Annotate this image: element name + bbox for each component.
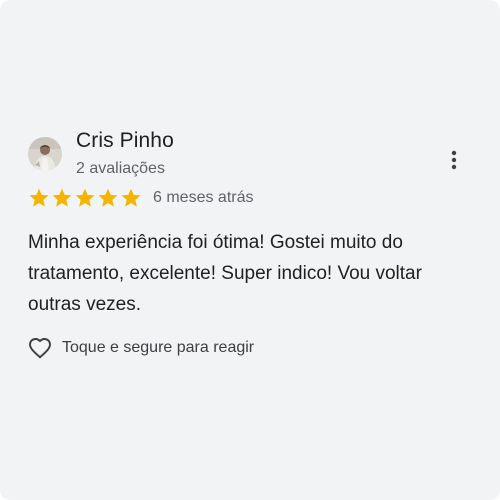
reviewer-review-count[interactable]: 2 avaliações: [76, 160, 165, 178]
heart-outline-icon: [28, 337, 52, 359]
review-card: Cris Pinho 2 avaliações 6 meses atrás Mi…: [0, 0, 500, 500]
star-icon: [74, 187, 96, 209]
review-date: 6 meses atrás: [153, 189, 254, 206]
reviewer-name[interactable]: Cris Pinho: [76, 129, 174, 153]
rating-row: 6 meses atrás: [28, 187, 253, 209]
more-vertical-icon: [451, 150, 457, 170]
star-icon: [51, 187, 73, 209]
star-icon: [28, 187, 50, 209]
star-icon: [120, 187, 142, 209]
avatar[interactable]: [28, 137, 62, 171]
react-button[interactable]: Toque e segure para reagir: [28, 335, 254, 361]
review-text: Minha experiência foi ótima! Gostei muit…: [28, 232, 422, 315]
review-header: Cris Pinho 2 avaliações: [28, 128, 472, 184]
star-rating: [28, 187, 142, 209]
more-options-button[interactable]: [442, 148, 466, 172]
star-icon: [97, 187, 119, 209]
avatar-image: [28, 137, 62, 171]
react-label: Toque e segure para reagir: [62, 339, 255, 356]
